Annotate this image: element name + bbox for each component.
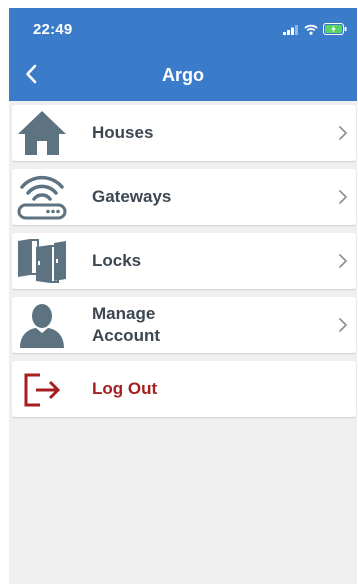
- chevron-right-icon: [339, 190, 347, 204]
- house-icon: [16, 108, 68, 158]
- menu-item-locks[interactable]: Locks: [12, 233, 356, 289]
- chevron-right-icon: [339, 254, 347, 268]
- doors-icon: [16, 236, 68, 286]
- menu-item-houses[interactable]: Houses: [12, 105, 356, 161]
- signal-icon: [283, 22, 299, 40]
- battery-charging-icon: [323, 22, 347, 40]
- main-menu: Houses Gateways Locks Manage Account Log…: [12, 105, 356, 425]
- menu-item-label: Locks: [92, 251, 142, 270]
- wifi-icon: [304, 22, 318, 40]
- menu-item-label: Manage Account: [92, 304, 160, 345]
- page-title: Argo: [162, 65, 204, 85]
- router-wifi-icon: [16, 172, 68, 222]
- app-screen: 22:49 Argo Houses Gateways Locks Manage …: [9, 8, 357, 584]
- status-icons: [283, 22, 347, 40]
- menu-item-gateways[interactable]: Gateways: [12, 169, 356, 225]
- menu-item-log-out[interactable]: Log Out: [12, 361, 356, 417]
- menu-item-label: Log Out: [92, 379, 158, 398]
- menu-item-manage-account[interactable]: Manage Account: [12, 297, 356, 353]
- menu-item-label: Gateways: [92, 187, 172, 206]
- menu-item-label: Houses: [92, 123, 154, 142]
- chevron-right-icon: [339, 318, 347, 332]
- logout-icon: [16, 364, 68, 414]
- user-icon: [16, 300, 68, 350]
- status-time: 22:49: [33, 21, 73, 38]
- app-header: 22:49 Argo: [9, 8, 357, 101]
- chevron-right-icon: [339, 126, 347, 140]
